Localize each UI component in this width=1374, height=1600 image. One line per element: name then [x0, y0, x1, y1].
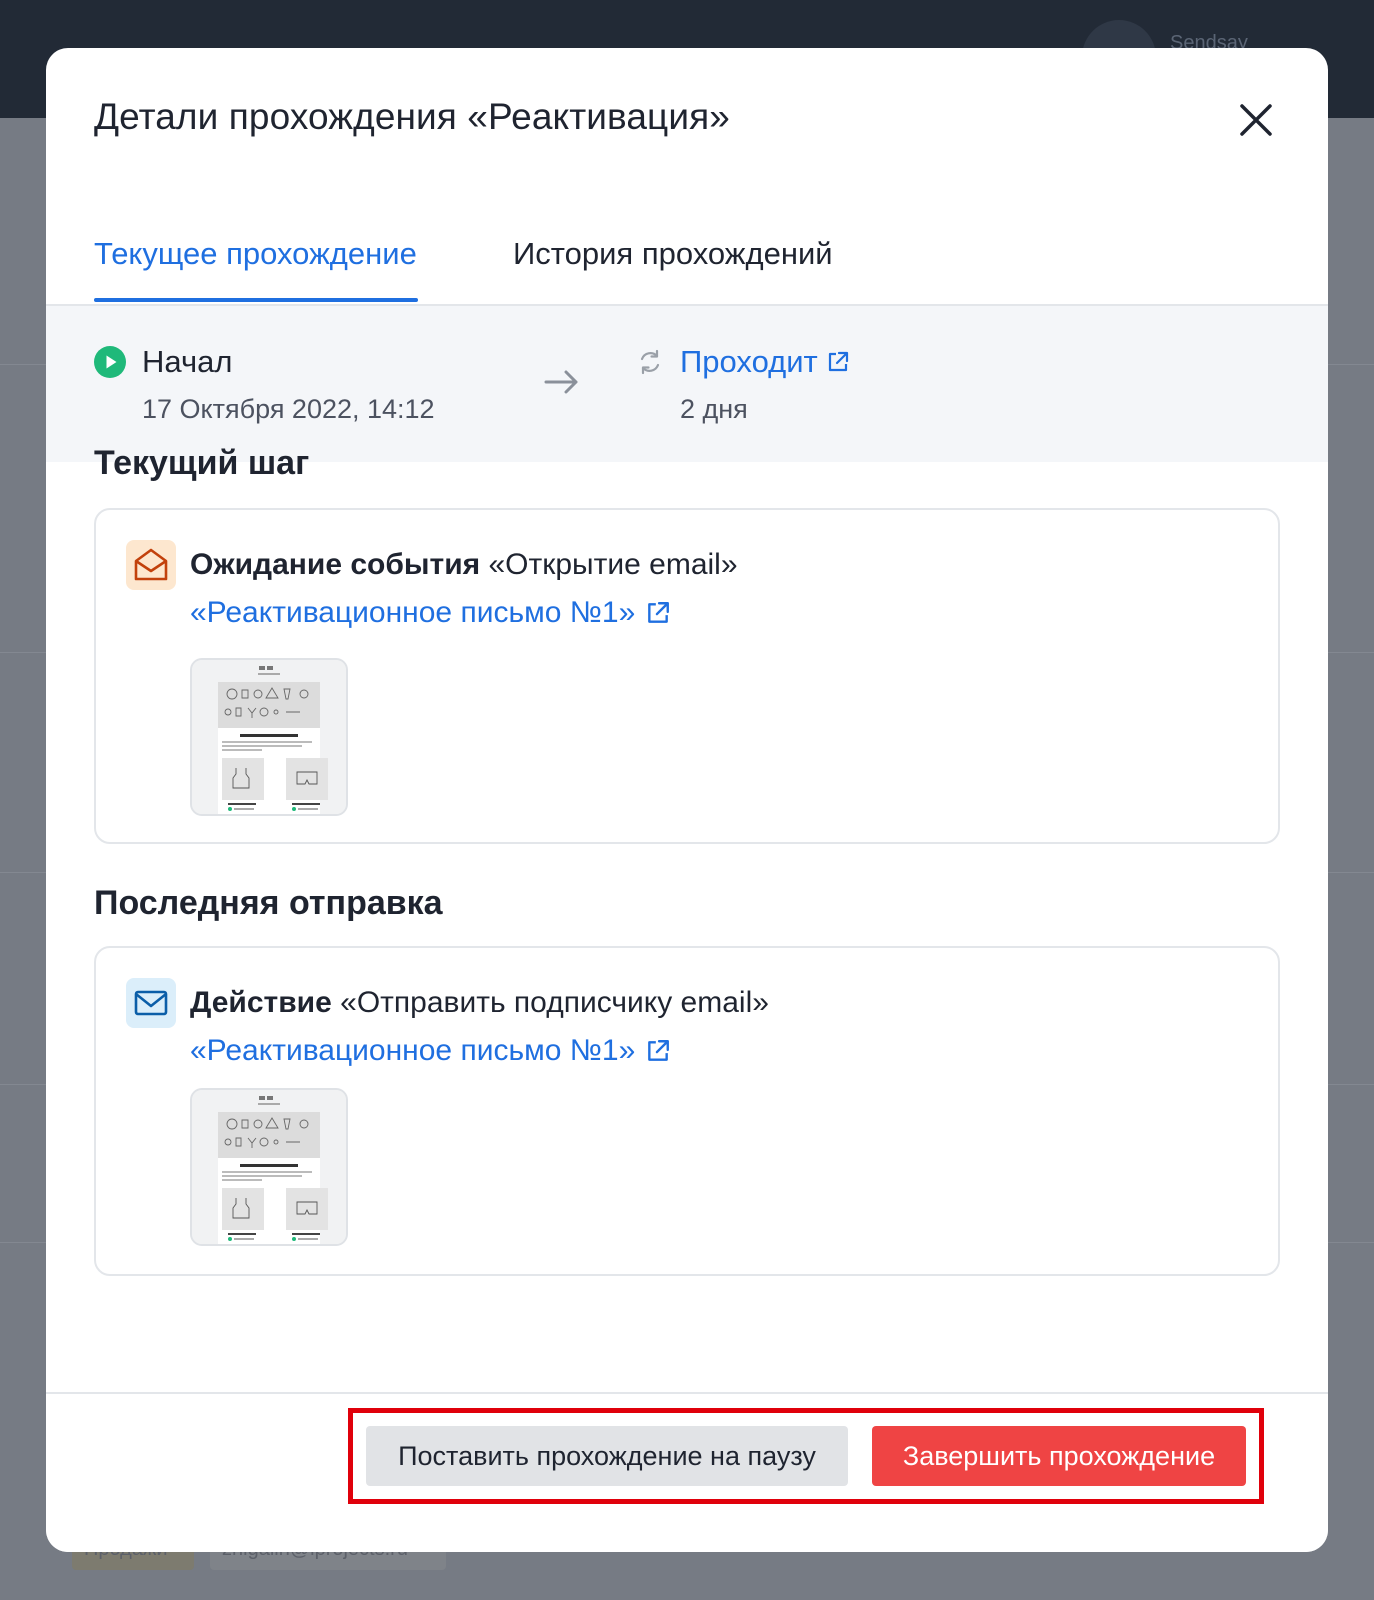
envelope-icon — [126, 978, 176, 1028]
close-button[interactable] — [1234, 98, 1278, 142]
status-progress-label: Проходит — [680, 344, 818, 379]
external-link-icon — [648, 602, 670, 623]
arrow-right-icon — [544, 370, 578, 394]
modal-title: Детали прохождения «Реактивация» — [94, 96, 730, 137]
pause-journey-button[interactable]: Поставить прохождение на паузу — [366, 1426, 848, 1486]
open-envelope-icon — [126, 540, 176, 590]
journey-status: Начал 17 Октября 2022, 14:12 Проходит 2 … — [46, 306, 1328, 462]
finish-journey-button[interactable]: Завершить прохождение — [872, 1426, 1246, 1486]
status-duration: 2 дня — [680, 394, 748, 424]
journey-details-modal: Детали прохождения «Реактивация» Текущее… — [46, 48, 1328, 1552]
tabs: Текущее прохождение История прохождений — [46, 198, 1328, 306]
last-send-heading: Действие «Отправить подписчику email» — [190, 986, 769, 1019]
external-link-icon — [828, 351, 848, 372]
close-icon — [1240, 104, 1272, 136]
start-label: Начал — [142, 344, 233, 379]
status-progress-link[interactable]: Проходит — [680, 344, 850, 380]
play-icon — [94, 346, 126, 378]
external-link-icon — [648, 1040, 670, 1061]
current-step-title: Текущий шаг — [94, 444, 310, 482]
last-send-title: Последняя отправка — [94, 884, 443, 922]
current-step-card: Ожидание события «Открытие email» «Реакт… — [94, 508, 1280, 844]
current-step-heading: Ожидание события «Открытие email» — [190, 548, 738, 581]
email-link-label: «Реактивационное письмо №1» — [190, 596, 636, 629]
last-send-email-link[interactable]: «Реактивационное письмо №1» — [190, 1034, 671, 1068]
tab-current-journey[interactable]: Текущее прохождение — [94, 236, 417, 272]
email-preview-thumbnail[interactable] — [190, 1088, 348, 1246]
email-preview-thumbnail[interactable] — [190, 658, 348, 816]
modal-footer: Поставить прохождение на паузу Завершить… — [46, 1392, 1328, 1552]
email-link-label: «Реактивационное письмо №1» — [190, 1034, 636, 1067]
start-date: 17 Октября 2022, 14:12 — [142, 394, 435, 424]
active-tab-indicator — [94, 298, 418, 302]
sync-icon — [640, 349, 660, 375]
current-step-email-link[interactable]: «Реактивационное письмо №1» — [190, 596, 671, 630]
last-send-card: Действие «Отправить подписчику email» «Р… — [94, 946, 1280, 1276]
tab-journey-history[interactable]: История прохождений — [513, 236, 833, 272]
